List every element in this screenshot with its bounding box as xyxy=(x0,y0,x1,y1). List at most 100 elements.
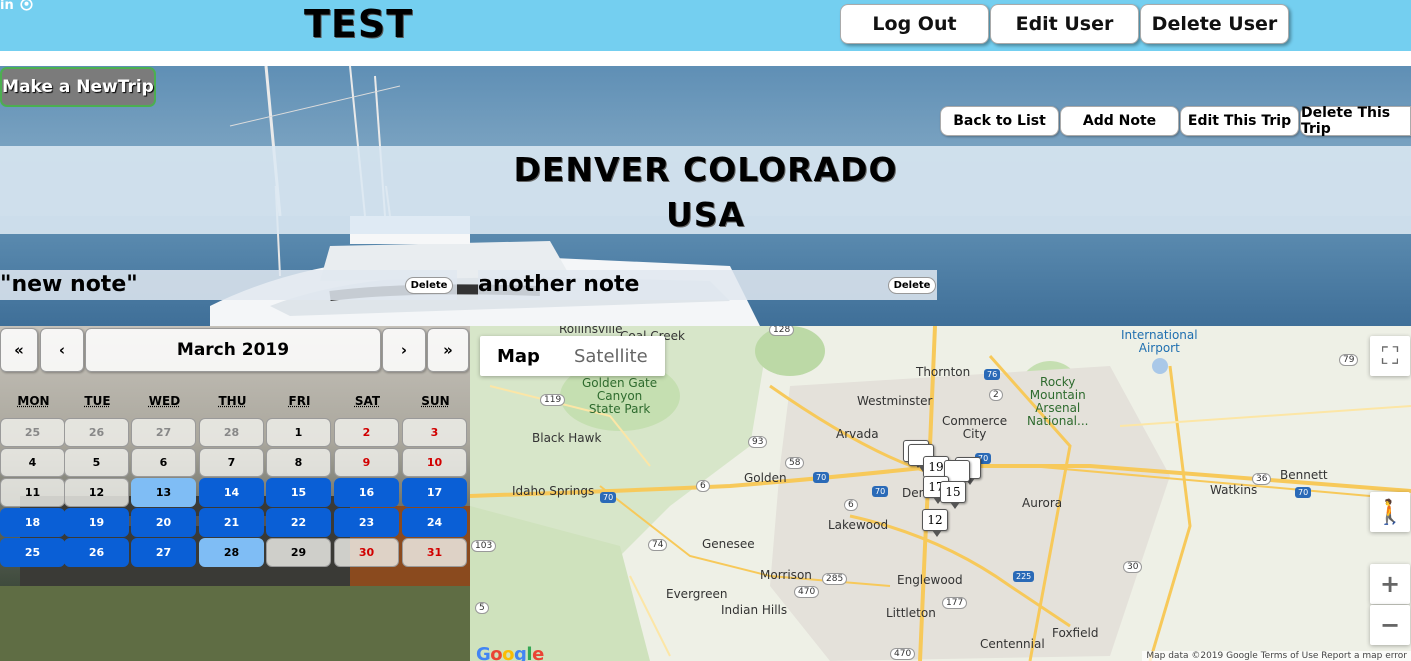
route-shield-icon: 79 xyxy=(1339,354,1359,366)
map-marker[interactable]: 15 xyxy=(940,481,966,509)
delete-user-button[interactable]: Delete User xyxy=(1140,4,1289,44)
map-label: Black Hawk xyxy=(532,431,602,445)
map-label: Foxfield xyxy=(1052,626,1099,640)
map-label: Lakewood xyxy=(828,518,889,532)
calendar-day[interactable]: 25 xyxy=(0,418,65,447)
route-shield-icon: 58 xyxy=(785,457,805,469)
route-shield-icon: 2 xyxy=(989,389,1003,401)
map-label: Genesee xyxy=(702,537,755,551)
highway-shield-icon: 70 xyxy=(1295,487,1312,498)
route-shield-icon: 36 xyxy=(1252,473,1272,485)
zoom-in-button[interactable]: + xyxy=(1370,564,1410,604)
calendar-day[interactable]: 4 xyxy=(0,448,65,477)
edit-trip-button[interactable]: Edit This Trip xyxy=(1180,106,1299,136)
back-to-list-button[interactable]: Back to List xyxy=(940,106,1059,136)
map-label: Littleton xyxy=(886,606,936,620)
month-label[interactable]: March 2019 xyxy=(85,328,381,372)
route-shield-icon: 128 xyxy=(769,326,795,336)
map-label: Arvada xyxy=(836,427,879,441)
prev-month-button[interactable]: ‹ xyxy=(40,328,84,372)
calendar-day[interactable]: 2 xyxy=(334,418,399,447)
route-shield-icon: 470 xyxy=(890,648,916,660)
calendar-day[interactable]: 31 xyxy=(402,538,467,567)
calendar-day[interactable]: 28 xyxy=(199,418,264,447)
calendar-day[interactable]: 3 xyxy=(402,418,467,447)
add-note-button[interactable]: Add Note xyxy=(1060,106,1179,136)
calendar-day[interactable]: 24 xyxy=(402,508,467,537)
map-label: Westminster xyxy=(857,394,933,408)
calendar-day[interactable]: 28 xyxy=(199,538,264,567)
calendar-day[interactable]: 7 xyxy=(199,448,264,477)
calendar-day[interactable]: 15 xyxy=(266,478,331,507)
next-month-button[interactable]: › xyxy=(382,328,426,372)
google-logo: Google xyxy=(476,644,544,661)
map-label: Rollinsville xyxy=(559,326,623,336)
satellite-view-button[interactable]: Satellite xyxy=(557,336,665,376)
map-label: Indian Hills xyxy=(721,603,788,617)
map-view-button[interactable]: Map xyxy=(480,336,557,376)
delete-note-button[interactable]: Delete xyxy=(888,277,936,294)
top-header: in TEST Log Out Edit User Delete User xyxy=(0,0,1411,51)
calendar-day[interactable]: 11 xyxy=(0,478,65,507)
linkedin-icon[interactable]: in xyxy=(0,0,14,15)
map-marker[interactable]: 12 xyxy=(922,509,948,537)
weekday-label: SAT xyxy=(354,394,381,408)
calendar-day[interactable]: 16 xyxy=(334,478,399,507)
logout-button[interactable]: Log Out xyxy=(840,4,989,44)
calendar-day[interactable]: 27 xyxy=(131,538,196,567)
highway-shield-icon: 70 xyxy=(813,472,830,483)
calendar-day[interactable]: 19 xyxy=(64,508,129,537)
calendar-day[interactable]: 9 xyxy=(334,448,399,477)
route-shield-icon: 6 xyxy=(696,480,710,492)
delete-trip-button[interactable]: Delete This Trip xyxy=(1300,105,1411,137)
weekday-label: TUE xyxy=(84,394,111,408)
fullscreen-icon[interactable]: ⛶ xyxy=(1370,336,1410,376)
calendar-day[interactable]: 26 xyxy=(64,538,129,567)
street-view-pegman-icon[interactable]: 🚶 xyxy=(1370,492,1410,532)
calendar-day[interactable]: 27 xyxy=(131,418,196,447)
map-type-toggle: Map Satellite xyxy=(480,336,665,376)
route-shield-icon: 285 xyxy=(822,573,848,585)
calendar-day[interactable]: 10 xyxy=(402,448,467,477)
calendar-day[interactable]: 23 xyxy=(334,508,399,537)
google-map[interactable]: Map Satellite ⛶ 🚶 + − Rollinsville Coal … xyxy=(470,326,1411,661)
route-shield-icon: 74 xyxy=(648,539,668,551)
route-shield-icon: 6 xyxy=(844,499,858,511)
calendar-day[interactable]: 1 xyxy=(266,418,331,447)
map-footer: Map data ©2019 Google Terms of Use Repor… xyxy=(1142,651,1411,661)
calendar-day[interactable]: 26 xyxy=(64,418,129,447)
destination-banner: DENVER COLORADO USA xyxy=(0,146,1411,234)
calendar-day[interactable]: 29 xyxy=(266,538,331,567)
next-year-button[interactable]: » xyxy=(427,328,469,372)
calendar-day[interactable]: 6 xyxy=(131,448,196,477)
map-label: Aurora xyxy=(1022,496,1063,510)
github-icon[interactable] xyxy=(20,0,33,15)
calendar-day[interactable]: 18 xyxy=(0,508,65,537)
map-label: Rocky Mountain Arsenal National... xyxy=(1027,375,1089,428)
destination-city: DENVER COLORADO xyxy=(513,150,898,189)
calendar-day[interactable]: 13 xyxy=(131,478,196,507)
calendar-day[interactable]: 5 xyxy=(64,448,129,477)
route-shield-icon: 119 xyxy=(540,394,566,406)
calendar-day[interactable]: 14 xyxy=(199,478,264,507)
social-links: in xyxy=(0,0,33,15)
calendar-day[interactable]: 30 xyxy=(334,538,399,567)
prev-year-button[interactable]: « xyxy=(0,328,38,372)
make-new-trip-button[interactable]: Make a NewTrip xyxy=(0,67,156,107)
zoom-out-button[interactable]: − xyxy=(1370,605,1410,645)
map-label: Englewood xyxy=(897,573,963,587)
highway-shield-icon: 225 xyxy=(1013,571,1035,582)
weekday-label: MON xyxy=(17,394,50,408)
route-shield-icon: 103 xyxy=(471,540,497,552)
delete-note-button[interactable]: Delete xyxy=(405,277,453,294)
trip-calendar: « ‹ March 2019 › » MON TUE WED THU FRI S… xyxy=(0,326,470,661)
calendar-day[interactable]: 22 xyxy=(266,508,331,537)
calendar-day[interactable]: 17 xyxy=(402,478,467,507)
calendar-day[interactable]: 8 xyxy=(266,448,331,477)
calendar-day[interactable]: 21 xyxy=(199,508,264,537)
calendar-day[interactable]: 20 xyxy=(131,508,196,537)
calendar-day[interactable]: 12 xyxy=(64,478,129,507)
calendar-day[interactable]: 25 xyxy=(0,538,65,567)
highway-shield-icon: 70 xyxy=(872,486,889,497)
edit-user-button[interactable]: Edit User xyxy=(990,4,1139,44)
